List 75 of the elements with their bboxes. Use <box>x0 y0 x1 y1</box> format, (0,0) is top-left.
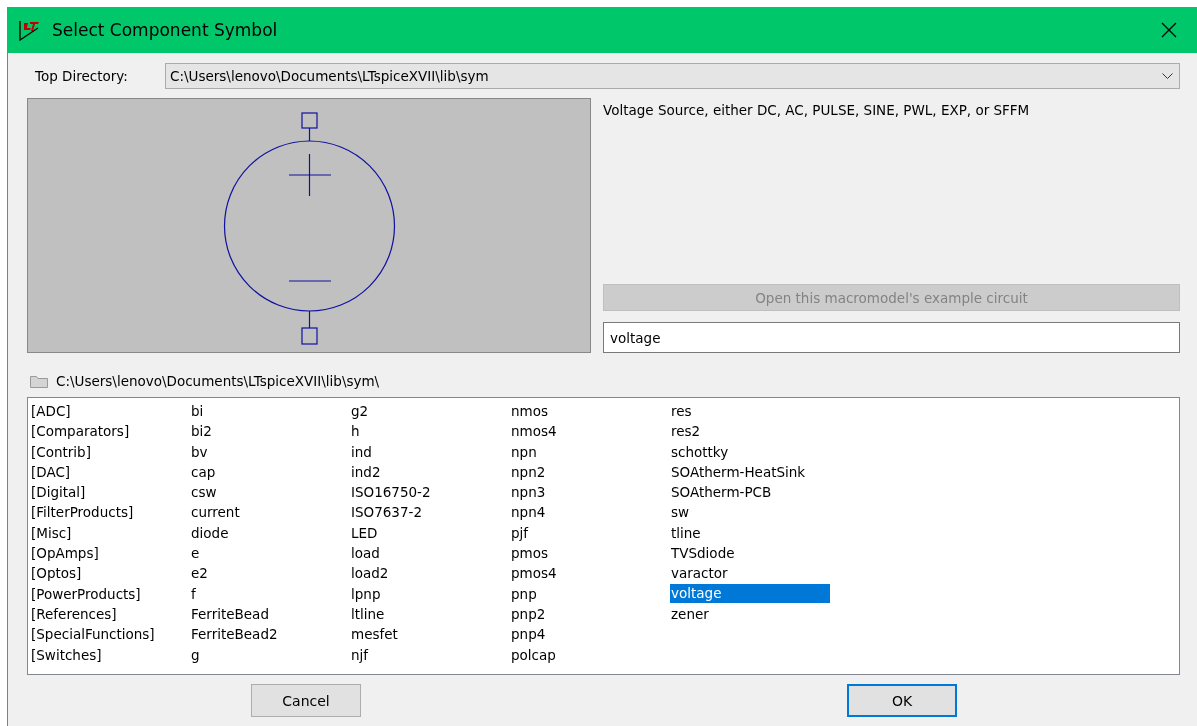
symbol-list-item[interactable]: pjf <box>510 522 670 544</box>
symbol-list-item[interactable]: csw <box>190 482 350 503</box>
directory-dropdown[interactable]: C:\Users\lenovo\Documents\LTspiceXVII\lib\sym <box>165 63 1180 89</box>
symbol-list-item[interactable]: [Contrib] <box>30 441 190 462</box>
window-title: Select Component Symbol <box>52 20 279 40</box>
symbol-list-item[interactable]: pnp <box>510 583 670 604</box>
symbol-list-item[interactable]: bi2 <box>190 421 350 442</box>
symbol-list-item[interactable]: varactor <box>670 563 830 584</box>
symbol-list-item[interactable]: [Switches] <box>30 644 190 665</box>
symbol-list-item[interactable]: g <box>190 644 350 665</box>
field-label: Top Directory: <box>35 68 129 84</box>
symbol-list-item[interactable]: SOAtherm-PCB <box>670 482 830 503</box>
symbol-list-item[interactable]: diode <box>190 522 350 544</box>
symbol-list-item[interactable]: FerriteBead <box>190 603 350 625</box>
symbol-list-item[interactable]: TVSdiode <box>670 543 830 564</box>
symbol-list-item[interactable]: current <box>190 502 350 523</box>
symbol-list-item[interactable]: FerriteBead2 <box>190 624 350 645</box>
symbol-list-item[interactable]: LED <box>350 522 510 544</box>
symbol-list-item[interactable]: schottky <box>670 441 830 462</box>
symbol-list-item[interactable]: load2 <box>350 563 510 584</box>
symbol-list-item[interactable]: [SpecialFunctions] <box>30 624 190 645</box>
symbol-list-item[interactable]: [DAC] <box>30 461 190 483</box>
symbol-list-item[interactable]: cap <box>190 461 350 483</box>
symbol-list-item[interactable]: npn3 <box>510 482 670 503</box>
symbol-list-item[interactable]: [Optos] <box>30 563 190 584</box>
symbol-list-item[interactable]: npn2 <box>510 461 670 483</box>
symbol-list-item[interactable]: ltline <box>350 603 510 625</box>
chevron-down-icon <box>1162 72 1173 80</box>
symbol-list-item[interactable]: ind <box>350 441 510 462</box>
symbol-list-item[interactable]: npn4 <box>510 502 670 523</box>
symbol-list-item[interactable]: ISO7637-2 <box>350 502 510 523</box>
symbol-list-item[interactable]: [Comparators] <box>30 421 190 442</box>
symbol-list-item[interactable]: [References] <box>30 603 190 625</box>
symbol-list-item[interactable]: load <box>350 543 510 564</box>
symbol-list-item[interactable]: [Digital] <box>30 482 190 503</box>
symbol-list-item[interactable]: pnp4 <box>510 624 670 645</box>
symbol-list-item[interactable]: nmos4 <box>510 421 670 442</box>
symbol-list-item[interactable]: pmos4 <box>510 563 670 584</box>
symbol-list-item[interactable]: mesfet <box>350 624 510 645</box>
symbol-list-item[interactable]: [ADC] <box>30 401 190 422</box>
symbol-list-item[interactable]: [FilterProducts] <box>30 502 190 523</box>
symbol-list-item[interactable]: ind2 <box>350 461 510 483</box>
search-field[interactable]: voltage <box>603 322 1180 353</box>
symbol-list-item[interactable]: npn <box>510 441 670 462</box>
symbol-list-item[interactable]: [OpAmps] <box>30 543 190 564</box>
symbol-list-item[interactable]: polcap <box>510 644 670 665</box>
folder-icon <box>30 374 48 388</box>
symbol-list-item[interactable]: sw <box>670 502 830 523</box>
cancel-button[interactable]: Cancel <box>251 684 361 717</box>
symbol-list-item[interactable]: e2 <box>190 563 350 584</box>
symbol-list-item[interactable]: [Misc] <box>30 522 190 544</box>
symbol-list-item[interactable]: [PowerProducts] <box>30 583 190 604</box>
symbol-list-item[interactable]: voltage <box>670 583 830 603</box>
symbol-list-item[interactable]: res2 <box>670 421 830 442</box>
close-icon[interactable] <box>1161 22 1177 38</box>
symbol-list-item[interactable]: res <box>670 401 830 422</box>
symbol-list-item[interactable]: lpnp <box>350 583 510 604</box>
symbol-description: Voltage Source, either DC, AC, PULSE, SINE, PWL, EXP, or SFFM <box>603 102 1031 120</box>
ok-button[interactable]: OK <box>847 684 957 717</box>
symbol-list-item[interactable]: pmos <box>510 543 670 564</box>
symbol-list-item[interactable]: SOAtherm-HeatSink <box>670 461 830 483</box>
symbol-list-item[interactable]: tline <box>670 522 830 544</box>
symbol-list-item[interactable]: h <box>350 421 510 442</box>
symbol-list-item[interactable]: e <box>190 543 350 564</box>
symbol-list-item[interactable]: g2 <box>350 401 510 422</box>
symbol-list-item[interactable]: nmos <box>510 401 670 422</box>
symbol-list-item[interactable]: ISO16750-2 <box>350 482 510 503</box>
folder-path: C:\Users\lenovo\Documents\LTspiceXVII\lib\sym\ <box>56 373 380 389</box>
app-logo-icon <box>18 19 40 41</box>
symbol-list-item[interactable]: njf <box>350 644 510 665</box>
symbol-list-item[interactable]: zener <box>670 603 830 625</box>
symbol-list-item[interactable]: bi <box>190 401 350 422</box>
symbol-list-item[interactable]: pnp2 <box>510 603 670 625</box>
symbol-list-item[interactable]: bv <box>190 441 350 462</box>
symbol-list-item[interactable]: f <box>190 583 350 604</box>
